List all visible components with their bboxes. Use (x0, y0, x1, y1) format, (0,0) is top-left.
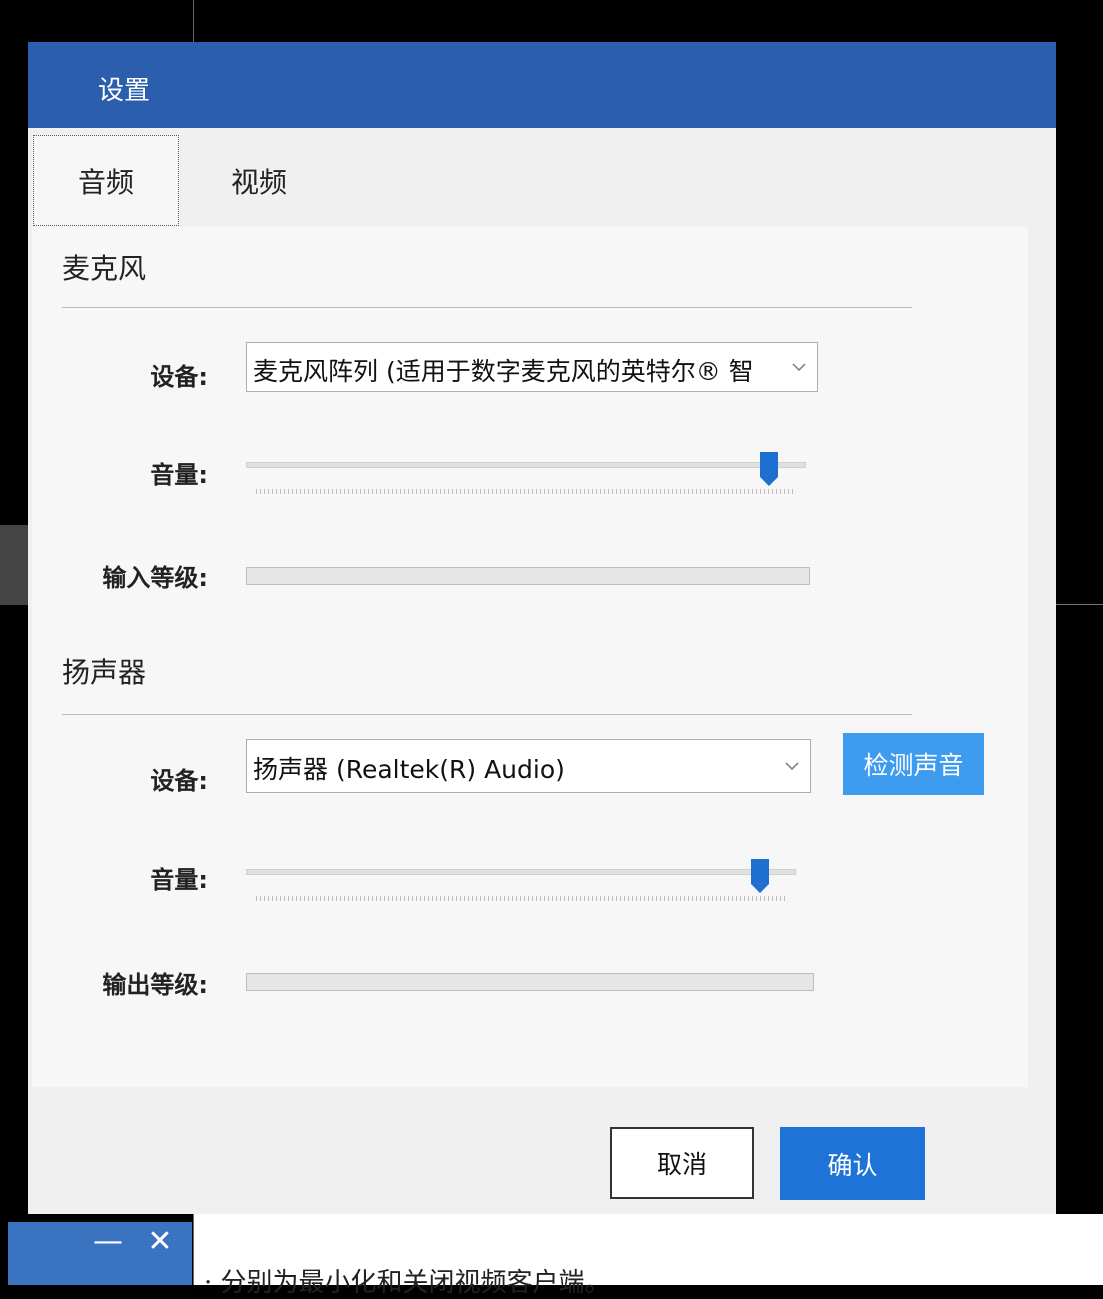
background-divider-top (193, 0, 194, 42)
microphone-device-select[interactable]: 麦克风阵列 (适用于数字麦克风的英特尔® 智 (246, 342, 818, 392)
speaker-device-label: 设备: (150, 767, 208, 795)
test-sound-button[interactable]: 检测声音 (843, 733, 984, 795)
speaker-volume-ticks (256, 896, 786, 901)
chevron-down-icon (781, 343, 817, 391)
speaker-volume-slider[interactable] (246, 869, 796, 875)
minimize-icon[interactable]: — (90, 1222, 126, 1262)
speaker-device-value: 扬声器 (Realtek(R) Audio) (253, 755, 565, 784)
microphone-volume-thumb[interactable] (759, 451, 779, 487)
background-divider (1056, 604, 1103, 605)
microphone-volume-slider[interactable] (246, 462, 806, 468)
microphone-separator (62, 307, 912, 308)
microphone-device-value: 麦克风阵列 (适用于数字麦克风的英特尔® 智 (253, 357, 754, 386)
dialog-titlebar: 设置 (28, 42, 1056, 128)
background-panel (0, 525, 28, 605)
speaker-section-title: 扬声器 (62, 656, 147, 689)
settings-dialog: 设置 音频 视频 麦克风 设备: 麦克风阵列 (适用于数字麦克风的英特尔® 智 … (28, 42, 1056, 1214)
speaker-separator (62, 714, 912, 715)
caption-text: · 分别为最小化和关闭视频客户端。 (204, 1268, 611, 1298)
dialog-title: 设置 (98, 76, 151, 106)
microphone-volume-label: 音量: (150, 461, 208, 489)
tab-audio[interactable]: 音频 (32, 134, 180, 227)
speaker-output-level-label: 输出等级: (102, 971, 208, 999)
speaker-device-select[interactable]: 扬声器 (Realtek(R) Audio) (246, 739, 811, 793)
speaker-volume-thumb[interactable] (750, 858, 770, 894)
close-icon[interactable]: ✕ (142, 1222, 178, 1262)
microphone-section-title: 麦克风 (62, 252, 147, 285)
microphone-input-level-label: 输入等级: (102, 564, 208, 592)
microphone-volume-ticks (256, 489, 796, 494)
cancel-button[interactable]: 取消 (610, 1127, 754, 1199)
tab-video[interactable]: 视频 (186, 134, 332, 227)
confirm-button[interactable]: 确认 (780, 1127, 925, 1200)
audio-settings-panel: 麦克风 设备: 麦克风阵列 (适用于数字麦克风的英特尔® 智 音量: 输入等级:… (32, 227, 1028, 1087)
microphone-input-level-bar (246, 567, 810, 585)
chevron-down-icon (774, 740, 810, 792)
microphone-device-label: 设备: (150, 363, 208, 391)
speaker-volume-label: 音量: (150, 866, 208, 894)
speaker-output-level-bar (246, 973, 814, 991)
